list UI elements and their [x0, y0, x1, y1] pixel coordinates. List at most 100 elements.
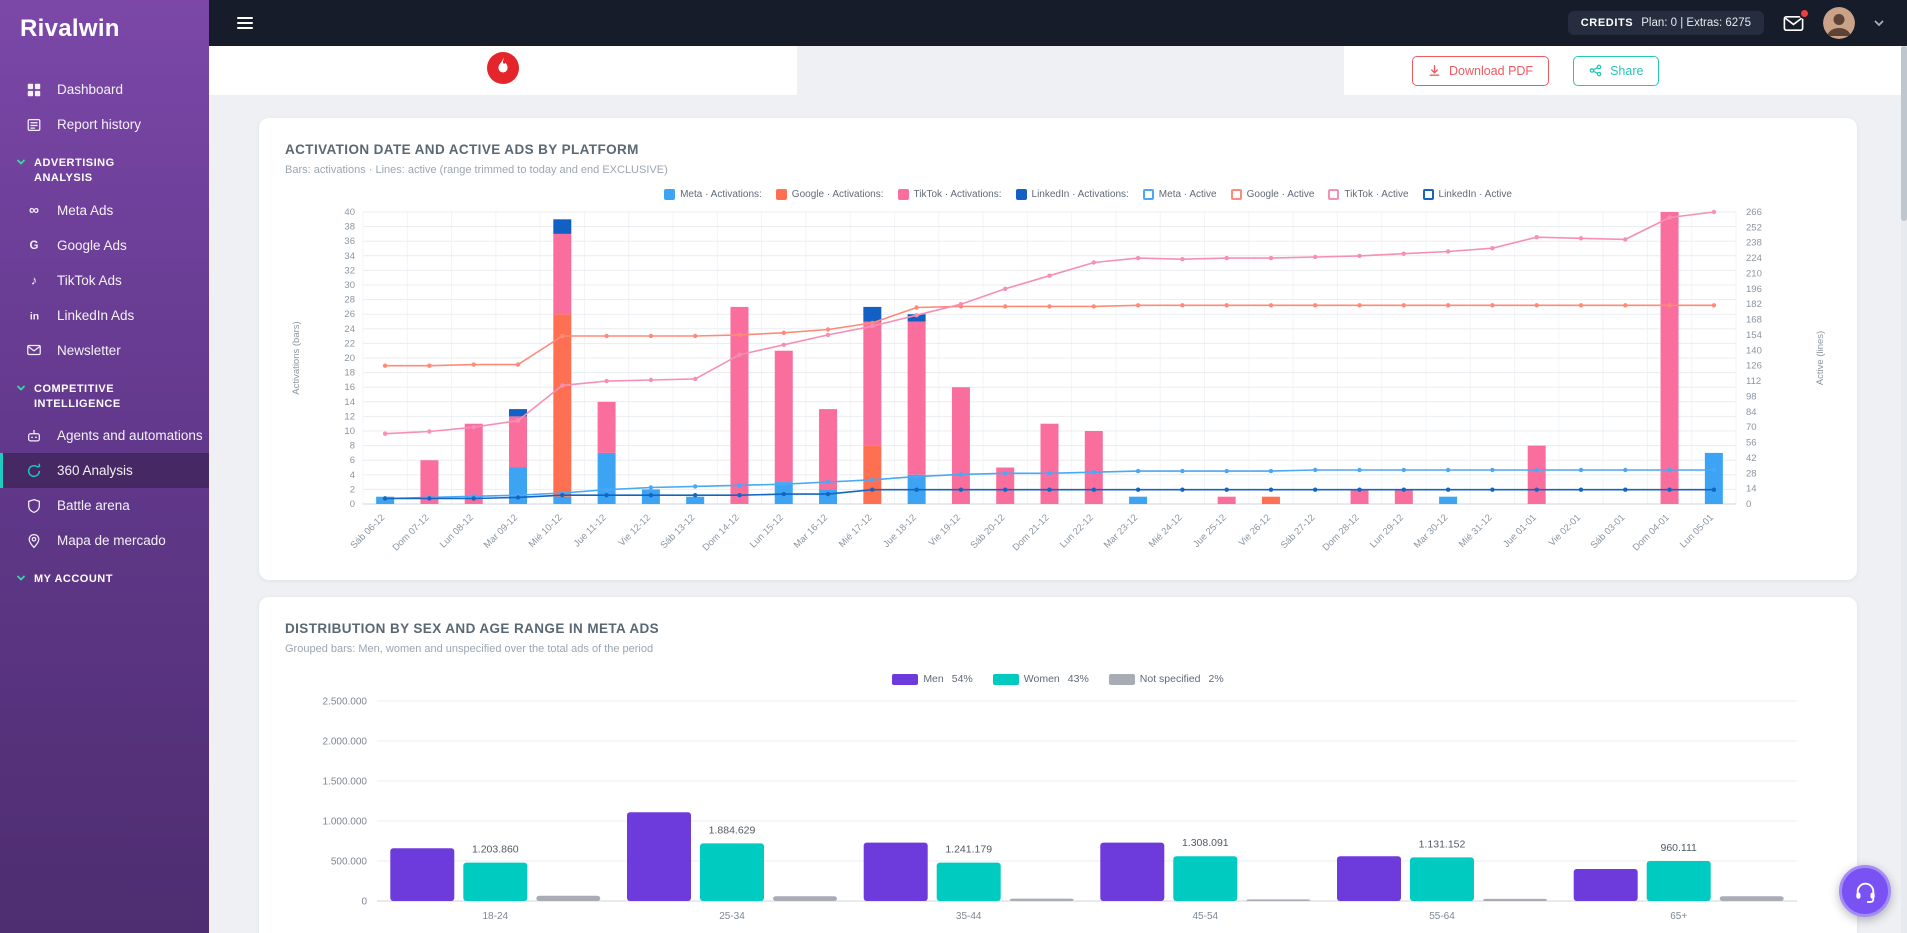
svg-text:16: 16 [344, 382, 355, 393]
legend-swatch [992, 673, 1019, 685]
distribution-chart-subtitle: Grouped bars: Men, women and unspecified… [285, 643, 654, 655]
download-pdf-button[interactable]: Download PDF [1412, 55, 1550, 86]
user-avatar[interactable] [1823, 7, 1855, 39]
sidebar-item-label: LinkedIn Ads [57, 307, 135, 323]
legend-item[interactable]: Meta · Active [1142, 189, 1217, 200]
sidebar-item-label: Battle arena [57, 498, 130, 514]
app-logo[interactable]: Rivalwin [0, 0, 209, 58]
legend-item[interactable]: TikTok · Active [1328, 189, 1409, 200]
svg-text:28: 28 [1746, 468, 1757, 479]
activation-chart-subtitle: Bars: activations · Lines: active (range… [285, 164, 668, 176]
chevron-down-icon [16, 157, 26, 170]
svg-text:Lun 29-12: Lun 29-12 [1368, 512, 1406, 550]
sidebar-item-meta-ads[interactable]: ∞ Meta Ads [0, 193, 209, 228]
client-logo[interactable] [486, 51, 520, 90]
avatar-image [1823, 7, 1855, 39]
legend-item[interactable]: Meta · Activations: [664, 189, 762, 200]
svg-text:Jue 18-12: Jue 18-12 [881, 512, 919, 550]
battle-icon [24, 498, 44, 514]
legend-item[interactable]: Women 43% [992, 673, 1089, 685]
svg-text:Sáb 06-12: Sáb 06-12 [348, 512, 387, 551]
legend-swatch [1230, 189, 1242, 200]
svg-text:84: 84 [1746, 407, 1757, 418]
sidebar-item-360-analysis[interactable]: 360 Analysis [0, 453, 209, 489]
messages-button[interactable] [1782, 7, 1810, 35]
legend-item[interactable]: TikTok · Activations: [897, 189, 1002, 200]
legend-item[interactable]: Not specified 2% [1108, 673, 1224, 685]
sidebar-item-dashboard[interactable]: Dashboard [0, 72, 209, 107]
legend-label: Meta · Activations: [680, 189, 762, 200]
svg-text:G: G [30, 240, 39, 252]
legend-label: Men [923, 673, 944, 685]
sidebar-item-battle-arena[interactable]: Battle arena [0, 488, 209, 523]
activation-card: ACTIVATION DATE AND ACTIVE ADS BY PLATFO… [259, 118, 1857, 580]
distribution-chart-legend: Men 54% Women 43% Not specified 2% [285, 673, 1831, 685]
svg-text:Mié 17-12: Mié 17-12 [837, 512, 875, 550]
svg-text:28: 28 [344, 295, 355, 306]
legend-item[interactable]: Google · Activations: [775, 189, 884, 200]
share-button[interactable]: Share [1573, 55, 1660, 86]
sidebar-item-agents-and-automations[interactable]: Agents and automations [0, 418, 209, 453]
legend-swatch [1422, 189, 1434, 200]
sidebar-section-competitive-intelligence[interactable]: COMPETITIVE INTELLIGENCE [0, 368, 209, 419]
report-history-icon [24, 117, 44, 133]
hamburger-menu-button[interactable] [235, 13, 255, 33]
sidebar-item-google-ads[interactable]: G Google Ads [0, 228, 209, 263]
page-scrollbar[interactable] [1901, 46, 1907, 933]
legend-label: Women [1023, 673, 1060, 685]
legend-swatch [664, 189, 676, 200]
svg-text:34: 34 [344, 251, 355, 262]
svg-text:56: 56 [1746, 438, 1757, 449]
svg-text:500.000: 500.000 [331, 857, 368, 868]
download-pdf-label: Download PDF [1449, 63, 1534, 78]
header-left-panel [209, 46, 797, 95]
scrollbar-thumb[interactable] [1901, 46, 1907, 221]
svg-text:Vie 02-01: Vie 02-01 [1547, 512, 1583, 548]
sidebar-section-label: ADVERTISING ANALYSIS [34, 157, 115, 184]
svg-text:♪: ♪ [31, 274, 37, 288]
svg-text:30: 30 [344, 280, 355, 291]
legend-item[interactable]: LinkedIn · Active [1422, 189, 1512, 200]
legend-item[interactable]: Men 54% [892, 673, 973, 685]
agents-icon [24, 428, 44, 444]
svg-text:266: 266 [1746, 207, 1762, 218]
svg-text:Mié 10-12: Mié 10-12 [527, 512, 565, 550]
legend-item[interactable]: LinkedIn · Activations: [1015, 189, 1129, 200]
account-menu-chevron[interactable] [1873, 17, 1885, 29]
svg-text:26: 26 [344, 309, 355, 320]
sidebar-section-my-account[interactable]: MY ACCOUNT [0, 558, 209, 594]
legend-swatch [897, 189, 909, 200]
support-chat-button[interactable] [1839, 865, 1891, 917]
distribution-chart-title: DISTRIBUTION BY SEX AND AGE RANGE IN MET… [285, 621, 660, 636]
svg-text:18-24: 18-24 [483, 911, 509, 922]
svg-text:14: 14 [344, 397, 355, 408]
linkedin-icon: in [24, 307, 44, 324]
svg-text:40: 40 [344, 207, 355, 218]
svg-text:1.241.179: 1.241.179 [945, 844, 992, 856]
legend-item[interactable]: Google · Active [1230, 189, 1314, 200]
activation-chart-title: ACTIVATION DATE AND ACTIVE ADS BY PLATFO… [285, 142, 639, 157]
svg-text:36: 36 [344, 236, 355, 247]
sidebar-section-label: COMPETITIVE INTELLIGENCE [34, 382, 121, 410]
sidebar-item-mapa-de-mercado[interactable]: Mapa de mercado [0, 523, 209, 558]
sidebar-item-tiktok-ads[interactable]: ♪ TikTok Ads [0, 263, 209, 298]
legend-label: Not specified [1139, 673, 1201, 685]
svg-text:126: 126 [1746, 361, 1762, 372]
sidebar-item-report-history[interactable]: Report history [0, 107, 209, 142]
legend-label: LinkedIn · Active [1438, 189, 1512, 200]
sidebar-item-linkedin-ads[interactable]: in LinkedIn Ads [0, 298, 209, 333]
topbar: CREDITS Plan: 0 | Extras: 6275 [209, 0, 1907, 46]
sidebar: Rivalwin Dashboard Report history ADVERTIS… [0, 0, 209, 933]
sidebar-section-advertising-analysis[interactable]: ADVERTISING ANALYSIS [0, 142, 209, 193]
sidebar-item-label: Mapa de mercado [57, 533, 166, 549]
dashboard-icon [24, 82, 44, 98]
sidebar-item-newsletter[interactable]: Newsletter [0, 333, 209, 368]
svg-text:Mié 31-12: Mié 31-12 [1457, 512, 1495, 550]
activation-chart-legend: Meta · Activations: Google · Activations:… [345, 189, 1831, 200]
svg-text:Sáb 27-12: Sáb 27-12 [1279, 512, 1318, 551]
svg-text:Dom 14-12: Dom 14-12 [701, 512, 742, 553]
distribution-chart: 0 500.000 1.000.000 1.500.000 2.000.000 2.500… [323, 697, 1797, 922]
content: ACTIVATION DATE AND ACTIVE ADS BY PLATFO… [209, 95, 1907, 933]
credits-pill[interactable]: CREDITS Plan: 0 | Extras: 6275 [1567, 11, 1764, 35]
svg-text:Dom 28-12: Dom 28-12 [1321, 512, 1362, 553]
